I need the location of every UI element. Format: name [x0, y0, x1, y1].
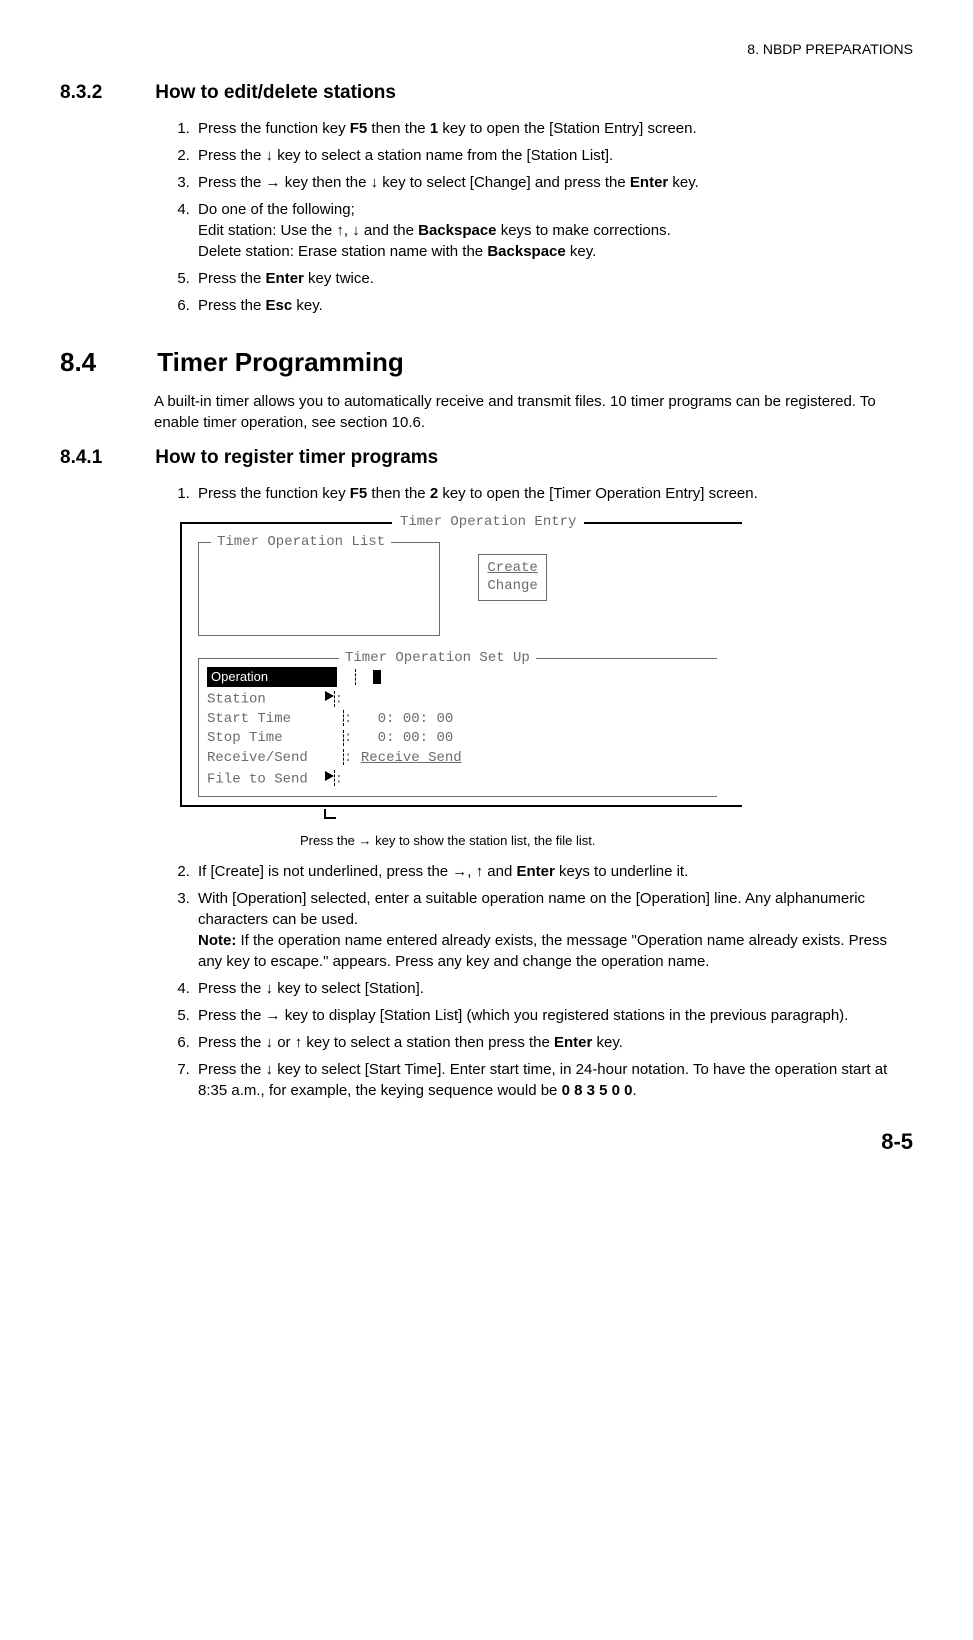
step: Press the ↓ key to select [Start Time]. … — [194, 1059, 913, 1101]
heading-8-3-2: 8.3.2 How to edit/delete stations — [60, 80, 913, 107]
cursor-icon — [373, 670, 381, 684]
sectitle: Timer Programming — [157, 347, 404, 377]
figure-timer-entry: Timer Operation Entry Timer Operation Li… — [180, 522, 913, 826]
fig-row: Start Time — [207, 711, 333, 727]
secnum: 8.3.2 — [60, 80, 150, 107]
step: If [Create] is not underlined, press the… — [194, 861, 913, 882]
step: Press the ↓ key to select [Station]. — [194, 978, 913, 999]
step: Press the Esc key. — [194, 295, 913, 316]
step: Press the → key then the ↓ key to select… — [194, 172, 913, 193]
step: Press the ↓ or ↑ key to select a station… — [194, 1032, 913, 1053]
secnum: 8.4.1 — [60, 445, 150, 472]
arrow-right-icon — [325, 689, 334, 709]
steps-8-4-1-cont: If [Create] is not underlined, press the… — [60, 861, 913, 1101]
step: With [Operation] selected, enter a suita… — [194, 888, 913, 972]
fig-row: Receive/Send — [207, 750, 333, 766]
step: Do one of the following;Edit station: Us… — [194, 199, 913, 262]
step: Press the function key F5 then the 2 key… — [194, 483, 913, 504]
step: Press the → key to display [Station List… — [194, 1005, 913, 1026]
steps-8-4-1: Press the function key F5 then the 2 key… — [60, 483, 913, 504]
sectitle: How to register timer programs — [155, 447, 438, 468]
fig-outer-title: Timer Operation Entry — [392, 513, 584, 533]
fig-side-box: Create Change — [478, 554, 546, 600]
heading-8-4-1: 8.4.1 How to register timer programs — [60, 445, 913, 472]
fig-setup-title: Timer Operation Set Up — [339, 649, 536, 669]
fig-caption: Press the → key to show the station list… — [300, 832, 913, 850]
arrow-right-icon — [325, 769, 334, 789]
steps-8-3-2: Press the function key F5 then the 1 key… — [60, 118, 913, 316]
fig-row: File to Send — [207, 771, 325, 787]
fig-row: Stop Time — [207, 730, 333, 746]
step: Press the function key F5 then the 1 key… — [194, 118, 913, 139]
fig-list-box: Timer Operation List — [198, 542, 440, 636]
fig-setup-box: Timer Operation Set Up Operation Station… — [198, 658, 717, 797]
page-number: 8-5 — [60, 1127, 913, 1158]
fig-row: Station — [207, 691, 325, 707]
page-header: 8. NBDP PREPARATIONS — [60, 40, 913, 60]
intro-8-4: A built-in timer allows you to automatic… — [154, 391, 913, 433]
fig-operation-hl: Operation — [207, 667, 337, 687]
secnum: 8.4 — [60, 344, 150, 380]
fig-list-title: Timer Operation List — [211, 533, 391, 553]
step: Press the Enter key twice. — [194, 268, 913, 289]
sectitle: How to edit/delete stations — [155, 82, 396, 103]
fig-change: Change — [487, 578, 537, 594]
step: Press the ↓ key to select a station name… — [194, 145, 913, 166]
heading-8-4: 8.4 Timer Programming — [60, 344, 913, 380]
fig-create: Create — [487, 560, 537, 576]
chapter-label: 8. NBDP PREPARATIONS — [747, 41, 913, 57]
